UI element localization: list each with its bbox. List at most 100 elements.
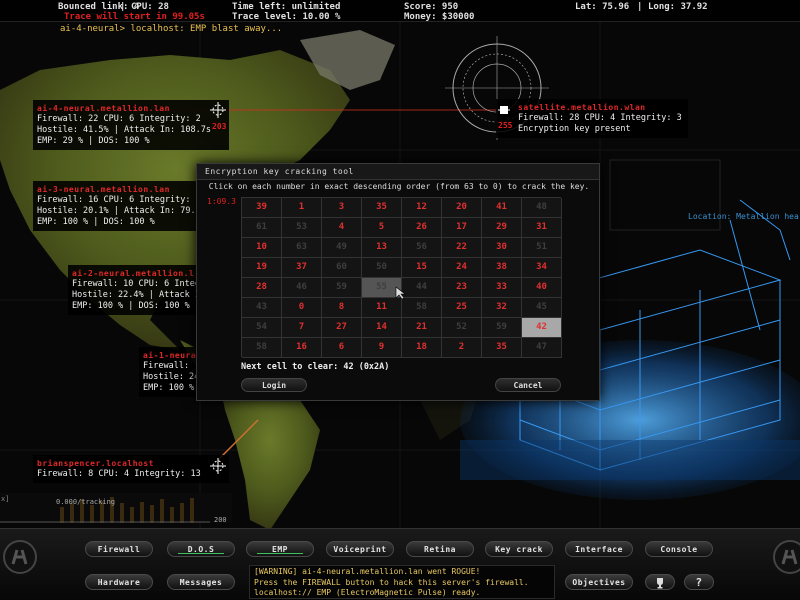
- key-cell[interactable]: 63: [282, 238, 322, 258]
- key-cell[interactable]: 56: [402, 238, 442, 258]
- key-crack-button[interactable]: Key crack: [485, 541, 553, 557]
- trophy-button[interactable]: [645, 574, 675, 590]
- encryption-cracking-dialog: Encryption key cracking tool Click on ea…: [196, 163, 600, 401]
- key-cell[interactable]: 58: [242, 338, 282, 358]
- key-cell[interactable]: 17: [442, 218, 482, 238]
- crosshair-icon[interactable]: [210, 458, 226, 474]
- console-button[interactable]: Console: [645, 541, 713, 557]
- key-cell[interactable]: 50: [362, 258, 402, 278]
- objectives-button[interactable]: Objectives: [565, 574, 633, 590]
- key-number-grid: 39 1 3 35 12 20 41 48 61 53 4 5 26 17 29 31 10 63 49 13 56 22…: [241, 197, 562, 358]
- key-cell[interactable]: 4: [322, 218, 362, 238]
- key-cell[interactable]: 14: [362, 318, 402, 338]
- trace-countdown: Trace will start in 99.05s: [64, 12, 205, 22]
- server-node-localhost[interactable]: brianspencer.localhost Firewall: 8 CPU: …: [33, 455, 229, 483]
- key-cell[interactable]: 16: [282, 338, 322, 358]
- server-node-ai-3[interactable]: ai-3-neural.metallion.lan Firewall: 16 C…: [33, 181, 203, 231]
- key-cell[interactable]: 54: [242, 318, 282, 338]
- key-cell[interactable]: 39: [242, 198, 282, 218]
- key-cell[interactable]: 11: [362, 298, 402, 318]
- messages-button[interactable]: Messages: [167, 574, 235, 590]
- server-name: ai-3-neural.metallion.lan: [37, 185, 170, 194]
- graph-max-label: 200: [214, 516, 227, 524]
- console-line: [WARNING] ai-4-neural.metallion.lan went…: [254, 567, 481, 576]
- key-cell[interactable]: 32: [482, 298, 522, 318]
- crosshair-icon[interactable]: [210, 102, 226, 118]
- key-cell[interactable]: 15: [402, 258, 442, 278]
- satellite-icon[interactable]: [498, 104, 510, 116]
- key-cell[interactable]: 18: [402, 338, 442, 358]
- server-stats-line: EMP: 100 %: [143, 383, 195, 393]
- server-node-satellite[interactable]: satellite.metallion.wlan Firewall: 28 CP…: [496, 99, 688, 138]
- retina-button[interactable]: Retina: [406, 541, 474, 557]
- key-cell[interactable]: 9: [362, 338, 402, 358]
- key-cell[interactable]: 37: [282, 258, 322, 278]
- key-cell[interactable]: 5: [362, 218, 402, 238]
- key-cell[interactable]: 10: [242, 238, 282, 258]
- key-cell[interactable]: 13: [362, 238, 402, 258]
- key-cell[interactable]: 61: [242, 218, 282, 238]
- key-cell[interactable]: 20: [442, 198, 482, 218]
- key-cell[interactable]: 26: [402, 218, 442, 238]
- key-cell[interactable]: 0: [282, 298, 322, 318]
- key-cell[interactable]: 51: [522, 238, 562, 258]
- key-cell[interactable]: 43: [242, 298, 282, 318]
- key-cell[interactable]: 28: [242, 278, 282, 298]
- key-cell[interactable]: 47: [522, 338, 562, 358]
- key-cell[interactable]: 2: [442, 338, 482, 358]
- server-node-ai-4[interactable]: ai-4-neural.metallion.lan Firewall: 22 C…: [33, 100, 229, 150]
- key-cell[interactable]: 44: [402, 278, 442, 298]
- key-cell[interactable]: 49: [322, 238, 362, 258]
- help-button[interactable]: ?: [684, 574, 714, 590]
- login-button[interactable]: Login: [241, 378, 307, 392]
- key-cell[interactable]: 59: [322, 278, 362, 298]
- node-marker-value: 255: [498, 121, 513, 130]
- key-cell[interactable]: 23: [442, 278, 482, 298]
- key-cell[interactable]: 8: [322, 298, 362, 318]
- dos-button[interactable]: D.O.S: [167, 541, 235, 557]
- key-cell[interactable]: 34: [522, 258, 562, 278]
- key-cell[interactable]: 35: [482, 338, 522, 358]
- key-cell[interactable]: 6: [322, 338, 362, 358]
- key-cell[interactable]: 1: [282, 198, 322, 218]
- key-cell[interactable]: 41: [482, 198, 522, 218]
- key-cell[interactable]: 59: [482, 318, 522, 338]
- key-cell[interactable]: 42: [522, 318, 562, 338]
- key-cell[interactable]: 29: [482, 218, 522, 238]
- key-cell[interactable]: 30: [482, 238, 522, 258]
- key-cell[interactable]: 19: [242, 258, 282, 278]
- interface-button[interactable]: Interface: [565, 541, 633, 557]
- key-cell[interactable]: 22: [442, 238, 482, 258]
- server-node-ai-2[interactable]: ai-2-neural.metallion.l Firewall: 10 CPU…: [68, 265, 196, 315]
- active-underline: [257, 553, 303, 554]
- key-cell[interactable]: 45: [522, 298, 562, 318]
- server-node-ai-1[interactable]: ai-1-neura Firewall: Hostile: 24 EMP: 10…: [139, 347, 196, 397]
- key-cell[interactable]: 35: [362, 198, 402, 218]
- key-cell[interactable]: 60: [322, 258, 362, 278]
- voiceprint-button[interactable]: Voiceprint: [326, 541, 394, 557]
- key-cell[interactable]: 24: [442, 258, 482, 278]
- key-cell[interactable]: 48: [522, 198, 562, 218]
- key-cell[interactable]: 52: [442, 318, 482, 338]
- key-cell[interactable]: 21: [402, 318, 442, 338]
- server-name: ai-2-neural.metallion.l: [72, 269, 195, 278]
- key-cell[interactable]: 33: [482, 278, 522, 298]
- key-cell[interactable]: 25: [442, 298, 482, 318]
- key-cell[interactable]: 3: [322, 198, 362, 218]
- firewall-button[interactable]: Firewall: [85, 541, 153, 557]
- key-cell[interactable]: 38: [482, 258, 522, 278]
- emp-button[interactable]: EMP: [246, 541, 314, 557]
- money-readout: Money: $30000: [404, 12, 475, 22]
- hardware-button[interactable]: Hardware: [85, 574, 153, 590]
- key-cell[interactable]: 12: [402, 198, 442, 218]
- key-cell[interactable]: 7: [282, 318, 322, 338]
- key-cell[interactable]: 27: [322, 318, 362, 338]
- key-cell[interactable]: 40: [522, 278, 562, 298]
- interface-button-label: Interface: [575, 545, 623, 554]
- key-cell[interactable]: 58: [402, 298, 442, 318]
- cancel-button[interactable]: Cancel: [495, 378, 561, 392]
- key-cell[interactable]: 31: [522, 218, 562, 238]
- key-cell[interactable]: 46: [282, 278, 322, 298]
- key-cell[interactable]: 53: [282, 218, 322, 238]
- time-left-readout: Time left: unlimited: [232, 2, 341, 12]
